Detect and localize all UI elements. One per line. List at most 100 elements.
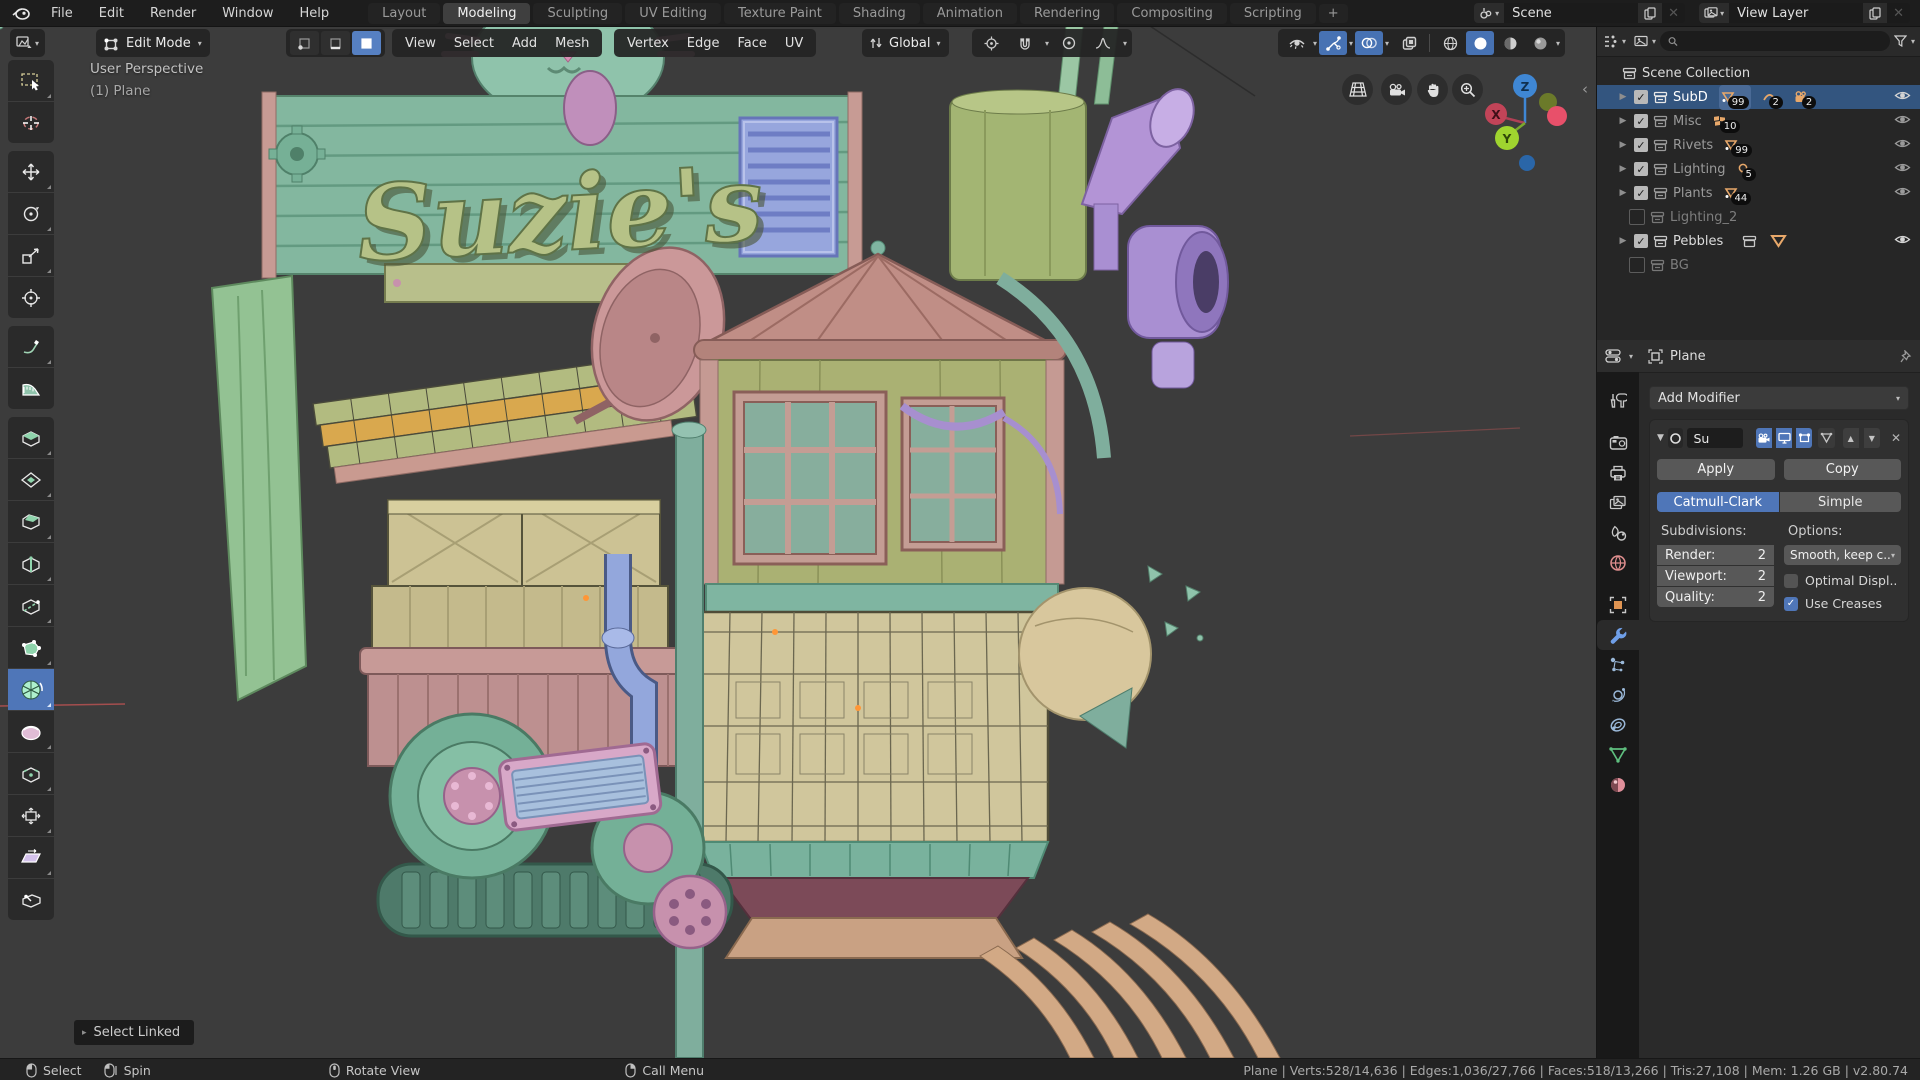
collection-checkbox[interactable]: ✓ <box>1634 234 1648 248</box>
tool-select-box[interactable] <box>8 60 54 101</box>
scene-name-field[interactable]: Scene <box>1504 3 1639 23</box>
hide-eye-toggle[interactable] <box>1894 137 1911 150</box>
editor-type-chevron[interactable]: ▾ <box>1622 37 1626 46</box>
toggle-camera-view-button[interactable] <box>1381 74 1412 105</box>
add-workspace-button[interactable]: + <box>1318 3 1348 23</box>
tool-shear[interactable] <box>8 837 54 878</box>
scene-new-button[interactable] <box>1638 3 1663 23</box>
tab-particles[interactable] <box>1597 650 1639 680</box>
snap-settings-chevron[interactable]: ▾ <box>1045 39 1049 48</box>
menu-select[interactable]: Select <box>445 36 503 51</box>
editor-type-chevron[interactable]: ▾ <box>1629 352 1633 361</box>
catmull-clark-button[interactable]: Catmull-Clark <box>1657 492 1779 512</box>
collection-row-bg[interactable]: ✓ BG <box>1597 253 1920 277</box>
tool-shrink-fatten[interactable] <box>8 795 54 836</box>
tool-rip-region[interactable] <box>8 879 54 920</box>
tool-transform[interactable] <box>8 277 54 318</box>
tab-modifiers[interactable] <box>1597 620 1639 650</box>
tool-extrude-region[interactable] <box>8 417 54 458</box>
expand-icon[interactable]: ▶ <box>1617 140 1629 150</box>
tab-render[interactable] <box>1597 428 1639 458</box>
view-layer-browse-button[interactable]: ▾ <box>1699 3 1730 23</box>
tab-physics[interactable] <box>1597 680 1639 710</box>
tool-rotate[interactable] <box>8 193 54 234</box>
object-visibility-dropdown[interactable] <box>1283 31 1311 55</box>
visibility-chevron[interactable]: ▾ <box>1313 39 1317 48</box>
collection-row-misc[interactable]: ▶ ✓ Misc 10 <box>1597 109 1920 133</box>
modifier-viewport-toggle[interactable] <box>1775 428 1793 448</box>
hide-eye-toggle[interactable] <box>1894 161 1911 174</box>
menu-add[interactable]: Add <box>503 36 546 51</box>
menu-window[interactable]: Window <box>209 6 286 21</box>
collection-checkbox[interactable]: ✓ <box>1634 162 1648 176</box>
xray-toggle[interactable] <box>1395 31 1423 55</box>
properties-editor-icon[interactable] <box>1605 349 1622 363</box>
collection-row-lighting[interactable]: ▶ ✓ Lighting 5 <box>1597 157 1920 181</box>
collection-checkbox[interactable]: ✓ <box>1634 138 1648 152</box>
face-select-button[interactable] <box>352 31 381 55</box>
tab-texture-paint[interactable]: Texture Paint <box>724 2 836 24</box>
collection-row-lighting2[interactable]: ✓ Lighting_2 <box>1597 205 1920 229</box>
shading-material-button[interactable] <box>1496 31 1524 55</box>
menu-uv[interactable]: UV <box>776 36 812 51</box>
gizmo-chevron[interactable]: ▾ <box>1349 39 1353 48</box>
tab-rendering[interactable]: Rendering <box>1020 2 1115 24</box>
expand-icon[interactable]: ▶ <box>1617 188 1629 198</box>
sidebar-collapse-arrow[interactable]: ‹ <box>1582 80 1588 98</box>
collection-row-rivets[interactable]: ▶ ✓ Rivets 99 <box>1597 133 1920 157</box>
display-mode-icon[interactable] <box>1634 35 1648 47</box>
collection-checkbox[interactable]: ✓ <box>1629 257 1645 273</box>
pivot-point-dropdown[interactable] <box>977 31 1005 55</box>
edge-select-button[interactable] <box>321 31 350 55</box>
show-gizmo-toggle[interactable] <box>1319 31 1348 55</box>
view-layer-remove-button[interactable]: ✕ <box>1887 3 1910 23</box>
proportional-editing-toggle[interactable] <box>1055 31 1083 55</box>
use-creases-checkbox[interactable]: ✓ <box>1784 596 1798 611</box>
filter-chevron[interactable]: ▾ <box>1911 37 1915 46</box>
hide-eye-toggle[interactable] <box>1894 89 1911 102</box>
copy-button[interactable]: Copy <box>1783 459 1901 480</box>
shading-rendered-button[interactable] <box>1526 31 1554 55</box>
tool-cursor[interactable] <box>8 102 54 143</box>
menu-vertex[interactable]: Vertex <box>618 36 678 51</box>
tool-poly-build[interactable] <box>8 627 54 668</box>
menu-mesh[interactable]: Mesh <box>546 36 598 51</box>
vertex-select-button[interactable] <box>290 31 319 55</box>
shading-wireframe-button[interactable] <box>1436 31 1464 55</box>
move-modifier-down-button[interactable]: ▼ <box>1863 428 1880 448</box>
viewport-3d[interactable]: ​ Suzie's Suzie's ▾ Edit Mode ▾ View Sel… <box>0 26 1596 1058</box>
tab-uv-editing[interactable]: UV Editing <box>625 2 722 24</box>
outliner-search-input[interactable] <box>1684 33 1882 49</box>
axis-neg-x-handle[interactable] <box>1547 106 1567 126</box>
hide-eye-toggle[interactable] <box>1894 113 1911 126</box>
collection-checkbox[interactable]: ✓ <box>1634 186 1648 200</box>
tool-smooth[interactable] <box>8 711 54 752</box>
collection-checkbox[interactable]: ✓ <box>1634 114 1648 128</box>
orientation-dropdown[interactable]: Global ▾ <box>862 29 949 57</box>
expand-icon[interactable]: ▶ <box>1617 164 1629 174</box>
expand-icon[interactable]: ▶ <box>1617 92 1629 102</box>
tab-material[interactable] <box>1597 770 1639 800</box>
tool-measure[interactable] <box>8 368 54 409</box>
snap-toggle[interactable] <box>1011 31 1039 55</box>
scene-unlink-button[interactable]: ✕ <box>1662 3 1686 23</box>
axis-orientation-gizmo[interactable]: Z X Y <box>1470 68 1580 188</box>
modifier-oncage-toggle[interactable] <box>1818 428 1835 448</box>
pan-view-button[interactable] <box>1417 74 1448 105</box>
collapse-modifier-arrow[interactable]: ▼ <box>1657 433 1664 443</box>
modifier-render-toggle[interactable] <box>1755 428 1772 448</box>
add-modifier-dropdown[interactable]: Add Modifier ▾ <box>1649 386 1909 410</box>
expand-icon[interactable]: ▶ <box>1617 236 1629 246</box>
mode-dropdown[interactable]: Edit Mode ▾ <box>96 29 210 57</box>
menu-edge[interactable]: Edge <box>678 36 729 51</box>
expand-icon[interactable]: ▶ <box>1617 116 1629 126</box>
tab-scene[interactable] <box>1597 518 1639 548</box>
scene-browse-button[interactable]: ▾ <box>1474 3 1505 23</box>
tab-view-layer[interactable] <box>1597 488 1639 518</box>
menu-edit[interactable]: Edit <box>86 6 137 21</box>
tool-edge-slide[interactable] <box>8 753 54 794</box>
tool-inset-faces[interactable] <box>8 459 54 500</box>
axis-neg-z-handle[interactable] <box>1519 155 1535 171</box>
menu-view[interactable]: View <box>396 36 445 51</box>
viewport-subdivisions-field[interactable]: Viewport: 2 <box>1657 566 1774 586</box>
